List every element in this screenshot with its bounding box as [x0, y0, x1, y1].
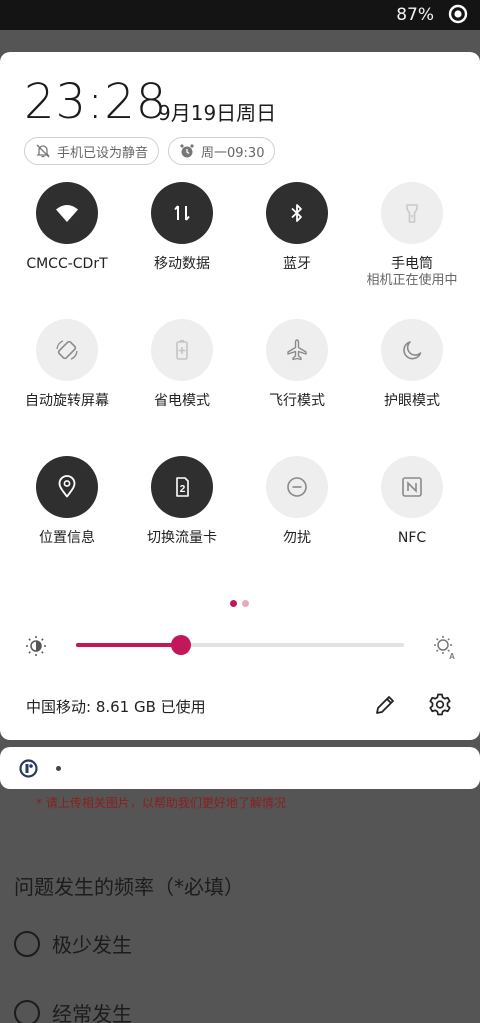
radio-button[interactable] [14, 930, 40, 957]
tile-label: 切换流量卡 [147, 530, 217, 546]
quick-settings-panel: 23:28 9月19日周日 手机已设为静音 周一09:30 CMCC-CDrT [0, 52, 480, 740]
tile-mobile-data[interactable]: 移动数据 [122, 182, 242, 273]
app-logo-icon [19, 759, 38, 778]
brightness-low-icon [26, 636, 46, 656]
date[interactable]: 9月19日周日 [158, 97, 276, 126]
tile-label: 手电筒 [391, 256, 433, 272]
battery-saver-toggle[interactable] [151, 319, 213, 381]
radio-button[interactable] [14, 999, 40, 1023]
option-label: 极少发生 [52, 933, 132, 957]
tile-label: 勿扰 [283, 530, 311, 546]
airplane-icon [287, 339, 307, 361]
wifi-icon [56, 205, 78, 222]
auto-rotate-toggle[interactable] [36, 319, 98, 381]
brightness-slider-fill [76, 643, 181, 647]
tile-nfc[interactable]: NFC [352, 456, 472, 547]
bluetooth-icon [291, 204, 302, 222]
target-icon [448, 4, 468, 24]
frequency-question: 问题发生的频率（*必填） [14, 875, 244, 899]
mobile-data-icon [174, 205, 190, 221]
svg-text:A: A [449, 652, 455, 661]
tile-eye-comfort[interactable]: 护眼模式 [352, 319, 472, 410]
tile-auto-rotate[interactable]: 自动旋转屏幕 [7, 319, 127, 410]
option-label: 经常发生 [52, 1002, 132, 1023]
flashlight-toggle[interactable] [381, 182, 443, 244]
nfc-toggle[interactable] [381, 456, 443, 518]
notification-strip[interactable] [0, 747, 480, 789]
tile-switch-data-card[interactable]: 2 切换流量卡 [122, 456, 242, 547]
tile-label: 省电模式 [154, 393, 210, 409]
eye-comfort-toggle[interactable] [381, 319, 443, 381]
battery-percentage: 87% [396, 5, 434, 25]
tile-label: NFC [397, 530, 427, 546]
tile-location[interactable]: 位置信息 [7, 456, 127, 547]
option-rarely[interactable]: 极少发生 [14, 929, 132, 958]
battery-saver-icon [176, 340, 188, 360]
rotate-icon [56, 340, 78, 360]
alarm-chip[interactable]: 周一09:30 [168, 137, 276, 165]
page-dot-active [230, 600, 237, 607]
tile-label: 移动数据 [154, 256, 210, 272]
tile-label: 位置信息 [39, 530, 95, 546]
tile-airplane-mode[interactable]: 飞行模式 [237, 319, 357, 410]
alarm-clock-icon [180, 144, 194, 158]
tile-label: 蓝牙 [283, 256, 311, 272]
sim-number-text: 2 [180, 484, 186, 495]
tile-label: 护眼模式 [384, 393, 440, 409]
airplane-mode-toggle[interactable] [266, 319, 328, 381]
wifi-toggle[interactable] [36, 182, 98, 244]
tile-bluetooth[interactable]: 蓝牙 [237, 182, 357, 273]
bluetooth-toggle[interactable] [266, 182, 328, 244]
flashlight-icon [406, 204, 418, 223]
tile-do-not-disturb[interactable]: 勿扰 [237, 456, 357, 547]
mobile-data-toggle[interactable] [151, 182, 213, 244]
gear-icon[interactable] [427, 692, 453, 718]
do-not-disturb-icon [287, 477, 307, 497]
bell-off-icon [36, 144, 50, 158]
page-indicator [230, 600, 249, 607]
auto-brightness-icon[interactable]: A [430, 633, 458, 661]
tile-flashlight[interactable]: 手电筒 相机正在使用中 [352, 182, 472, 289]
upload-hint: * 请上传相关图片，以帮助我们更好地了解情况 [36, 796, 286, 810]
chip-label: 周一09:30 [201, 145, 265, 161]
switch-data-card-toggle[interactable]: 2 [151, 456, 213, 518]
nfc-icon [402, 477, 422, 497]
sim-card-icon: 2 [176, 477, 189, 497]
clock[interactable]: 23:28 [24, 74, 167, 130]
do-not-disturb-toggle[interactable] [266, 456, 328, 518]
option-often[interactable]: 经常发生 [14, 998, 132, 1023]
moon-icon [403, 341, 422, 360]
silent-mode-chip[interactable]: 手机已设为静音 [24, 137, 160, 165]
tile-wifi[interactable]: CMCC-CDrT [7, 182, 127, 273]
location-icon [58, 475, 76, 498]
location-toggle[interactable] [36, 456, 98, 518]
tile-label: CMCC-CDrT [26, 256, 108, 272]
brightness-slider-thumb[interactable] [170, 635, 191, 655]
tile-sublabel: 相机正在使用中 [366, 273, 458, 288]
chip-label: 手机已设为静音 [57, 145, 149, 161]
tile-battery-saver[interactable]: 省电模式 [122, 319, 242, 410]
pencil-icon[interactable] [372, 692, 398, 718]
status-bar: 87% [0, 0, 480, 30]
data-usage-text[interactable]: 中国移动: 8.61 GB 已使用 [26, 696, 206, 717]
tile-label: 飞行模式 [269, 393, 325, 409]
tile-label: 自动旋转屏幕 [25, 393, 109, 409]
notification-separator-dot [56, 766, 61, 771]
brightness-slider[interactable] [76, 635, 404, 655]
page-dot [242, 600, 249, 607]
